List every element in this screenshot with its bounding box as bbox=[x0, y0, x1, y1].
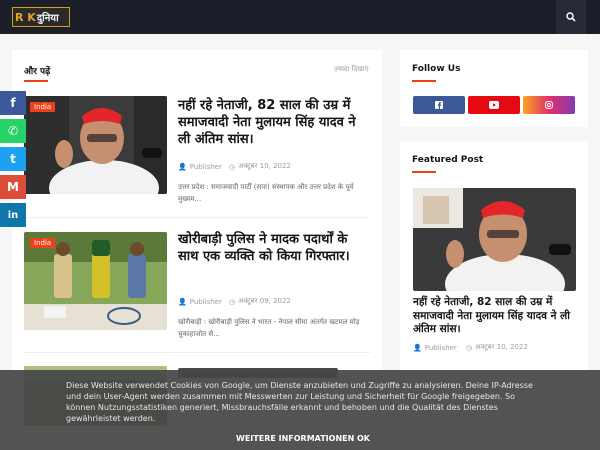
show-more-link[interactable]: ज़्यादा दिखाएं bbox=[334, 65, 369, 74]
follow-instagram-button[interactable] bbox=[523, 96, 575, 114]
widget-title: Follow Us bbox=[412, 64, 461, 74]
post-date: अक्टूबर 09, 2022 bbox=[237, 297, 291, 305]
facebook-icon bbox=[435, 101, 443, 109]
category-tag[interactable]: India bbox=[30, 238, 56, 248]
clock-icon: ◷ bbox=[228, 297, 235, 306]
post-thumbnail[interactable]: India bbox=[24, 232, 167, 330]
clock-icon: ◷ bbox=[228, 162, 235, 171]
widget-title-underline bbox=[412, 80, 436, 82]
linkedin-icon: in bbox=[7, 209, 19, 221]
section-title: और पढ़ें bbox=[24, 67, 51, 77]
post-author[interactable]: Publisher bbox=[425, 344, 457, 352]
author-icon: 👤 bbox=[413, 343, 422, 352]
cookie-ok-button[interactable]: OK bbox=[357, 434, 370, 443]
post-thumbnail[interactable]: India bbox=[24, 96, 167, 194]
author-icon: 👤 bbox=[178, 297, 187, 306]
featured-image-politician bbox=[413, 188, 576, 291]
share-whatsapp-button[interactable]: ✆ bbox=[0, 119, 26, 143]
youtube-icon bbox=[489, 101, 499, 109]
clock-icon: ◷ bbox=[465, 343, 472, 352]
post-excerpt: उत्तर प्रदेश : समाजवादी पार्टी (सपा) संस… bbox=[178, 183, 354, 203]
search-icon bbox=[566, 12, 576, 22]
post-meta: 👤 Publisher ◷ अक्टूबर 09, 2022 bbox=[178, 297, 291, 306]
widget-title: Featured Post bbox=[412, 155, 484, 165]
cookie-more-info-button[interactable]: WEITERE INFORMATIONEN bbox=[236, 434, 354, 443]
twitter-icon: t bbox=[10, 152, 16, 166]
post-title[interactable]: नहीं रहे नेताजी, 82 साल की उम्र में समाज… bbox=[178, 97, 372, 148]
post-meta: 👤 Publisher ◷ अक्टूबर 10, 2022 bbox=[178, 162, 291, 171]
featured-post-meta: 👤 Publisher ◷ अक्टूबर 10, 2022 bbox=[413, 343, 528, 352]
logo-text-part2: दुनिया bbox=[36, 13, 59, 24]
share-twitter-button[interactable]: t bbox=[0, 147, 26, 171]
post-author[interactable]: Publisher bbox=[190, 298, 222, 306]
cookie-message: Diese Website verwendet Cookies von Goog… bbox=[66, 381, 533, 423]
post-divider bbox=[24, 352, 370, 353]
widget-title-underline bbox=[412, 171, 436, 173]
whatsapp-icon: ✆ bbox=[7, 124, 19, 138]
share-gmail-button[interactable]: M bbox=[0, 175, 26, 199]
post-date: अक्टूबर 10, 2022 bbox=[474, 343, 528, 351]
post-divider bbox=[24, 217, 370, 218]
featured-post-title[interactable]: नहीं रहे नेताजी, 82 साल की उम्र में समाज… bbox=[413, 296, 579, 337]
facebook-icon: f bbox=[10, 96, 16, 110]
post-author[interactable]: Publisher bbox=[190, 163, 222, 171]
follow-youtube-button[interactable] bbox=[468, 96, 520, 114]
top-navbar: R K दुनिया bbox=[0, 0, 600, 34]
share-linkedin-button[interactable]: in bbox=[0, 203, 26, 227]
follow-us-widget: Follow Us bbox=[400, 50, 588, 127]
section-title-underline bbox=[24, 80, 48, 82]
instagram-icon bbox=[545, 101, 553, 109]
post-excerpt: खोरीबाड़ी : खोरीबाड़ी पुलिस ने भारत - ने… bbox=[178, 318, 360, 338]
gmail-icon: M bbox=[7, 180, 19, 194]
search-button[interactable] bbox=[556, 0, 586, 34]
post-title[interactable]: खोरीबाड़ी पुलिस ने मादक पदार्थों के साथ … bbox=[178, 231, 372, 265]
featured-post-widget: Featured Post नहीं रहे नेताजी, 82 साल की… bbox=[400, 141, 588, 371]
logo-text-part1: R K bbox=[15, 10, 36, 24]
category-tag[interactable]: India bbox=[30, 102, 56, 112]
author-icon: 👤 bbox=[178, 162, 187, 171]
post-date: अक्टूबर 10, 2022 bbox=[237, 162, 291, 170]
featured-thumbnail[interactable] bbox=[413, 188, 576, 291]
site-logo[interactable]: R K दुनिया bbox=[12, 7, 70, 27]
share-facebook-button[interactable]: f bbox=[0, 91, 26, 115]
cookie-consent-banner: Diese Website verwendet Cookies von Goog… bbox=[0, 370, 600, 450]
follow-facebook-button[interactable] bbox=[413, 96, 465, 114]
